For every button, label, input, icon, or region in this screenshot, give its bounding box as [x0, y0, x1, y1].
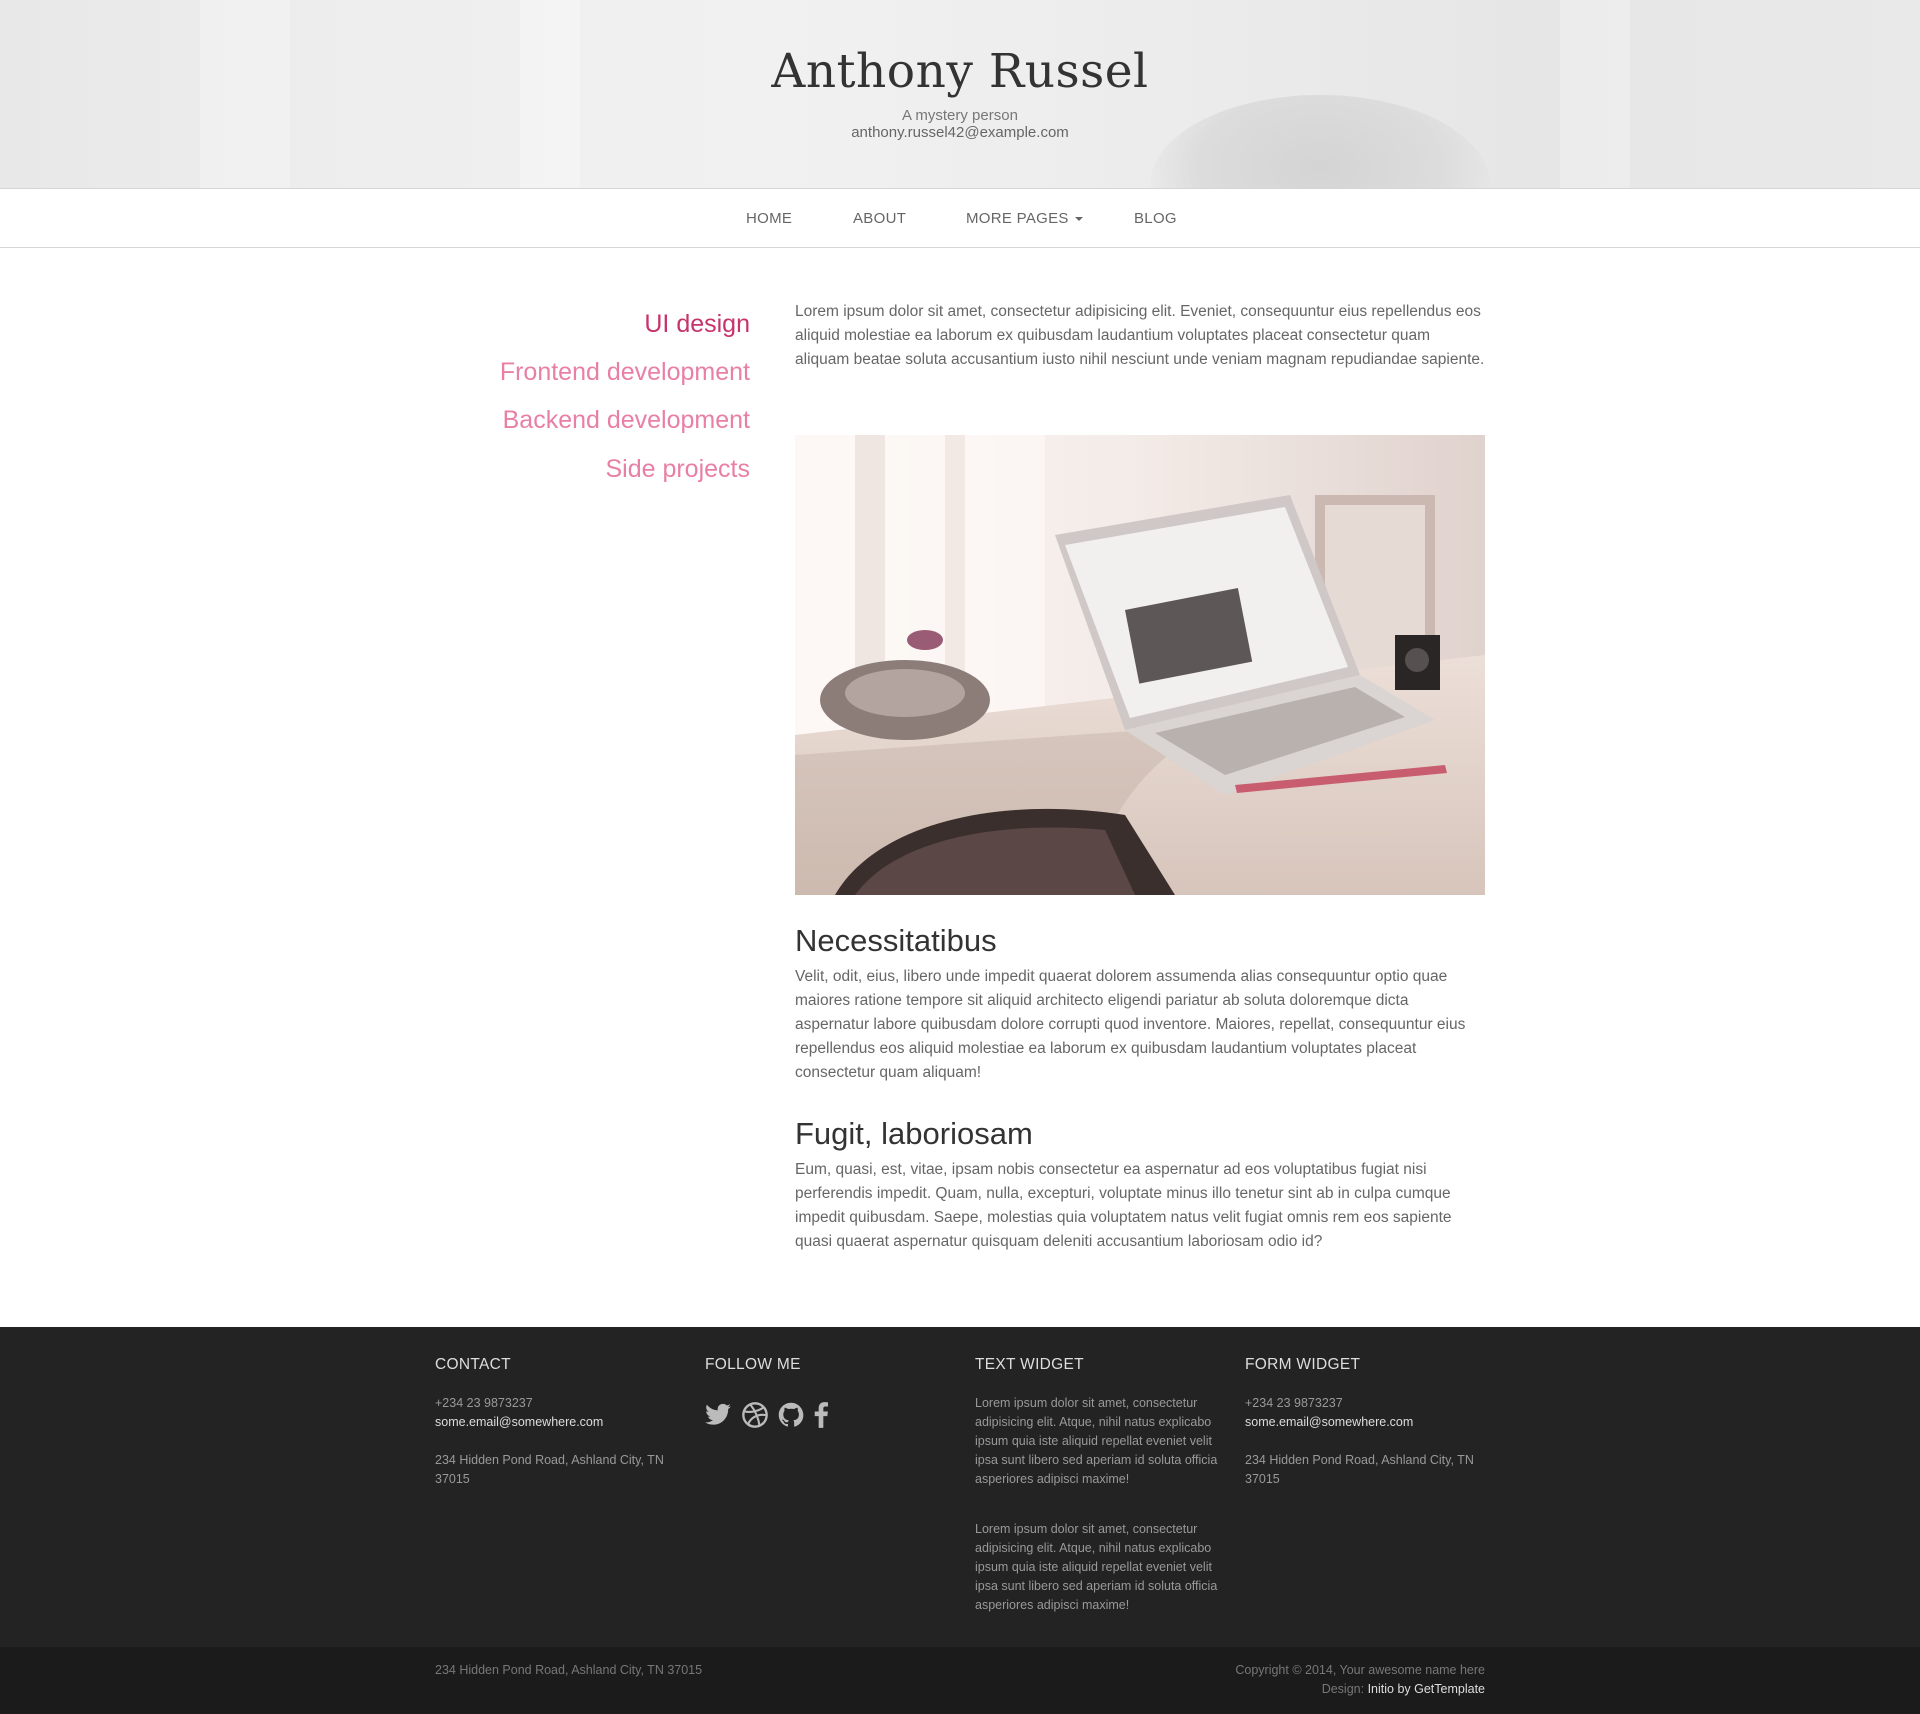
caret-down-icon [1074, 217, 1083, 222]
design-credit-link[interactable]: Initio by GetTemplate [1368, 1682, 1485, 1696]
sidebar-item-frontend[interactable]: Frontend development [500, 358, 750, 387]
footer-follow-heading: FOLLOW ME [705, 1356, 801, 1373]
section-fugit: Fugit, laboriosam Eum, quasi, est, vitae… [795, 1116, 1485, 1254]
footer-contact-heading: CONTACT [435, 1356, 511, 1373]
design-credit: Design: Initio by GetTemplate [1235, 1680, 1485, 1699]
footer-copyright: Copyright © 2014, Your awesome name here… [1235, 1661, 1485, 1699]
twitter-icon[interactable] [704, 1401, 732, 1429]
site-email: anthony.russel42@example.com [851, 124, 1069, 141]
footer-text-widget-p1: Lorem ipsum dolor sit amet, consectetur … [975, 1396, 1218, 1486]
sidebar-item-ui-design[interactable]: UI design [644, 310, 750, 339]
main-navbar: HOME ABOUT MORE PAGES BLOG [0, 188, 1920, 248]
laptop-illustration [795, 435, 1485, 895]
copyright-text: Copyright © 2014, Your awesome name here [1235, 1663, 1485, 1677]
section-paragraph: Velit, odit, eius, libero unde impedit q… [795, 968, 1466, 1081]
footer-form-email[interactable]: some.email@somewhere.com [1245, 1413, 1485, 1432]
dribbble-icon[interactable] [741, 1401, 769, 1429]
nav-more-pages-label: MORE PAGES [966, 210, 1069, 227]
footer-form-widget-block: +234 23 9873237 some.email@somewhere.com… [1245, 1394, 1485, 1489]
section-heading: Necessitatibus [795, 923, 997, 958]
design-credit-prefix: Design: [1321, 1682, 1365, 1696]
nav-home[interactable]: HOME [746, 210, 792, 227]
facebook-icon[interactable] [807, 1401, 835, 1429]
footer-form-widget-heading: FORM WIDGET [1245, 1356, 1361, 1373]
site-header: Anthony Russel A mystery person anthony.… [0, 0, 1920, 188]
laptop-image [795, 435, 1485, 895]
nav-more-pages[interactable]: MORE PAGES [966, 210, 1083, 227]
sidebar-item-backend[interactable]: Backend development [503, 406, 750, 435]
footer-contact-email[interactable]: some.email@somewhere.com [435, 1413, 675, 1432]
footer-form-phone: +234 23 9873237 [1245, 1396, 1343, 1410]
github-icon[interactable] [777, 1401, 805, 1429]
site-footer [0, 1327, 1920, 1647]
site-title[interactable]: Anthony Russel [0, 44, 1920, 99]
footer-bottom-bar [0, 1647, 1920, 1714]
footer-contact-address: 234 Hidden Pond Road, Ashland City, TN 3… [435, 1453, 664, 1486]
intro-paragraph: Lorem ipsum dolor sit amet, consectetur … [795, 303, 1485, 368]
site-tagline: A mystery person [902, 107, 1018, 124]
section-heading: Fugit, laboriosam [795, 1116, 1033, 1151]
footer-contact-block: +234 23 9873237 some.email@somewhere.com… [435, 1394, 675, 1489]
nav-about[interactable]: ABOUT [853, 210, 906, 227]
sidebar-item-side-projects[interactable]: Side projects [605, 455, 750, 484]
main-content: Lorem ipsum dolor sit amet, consectetur … [795, 300, 1485, 372]
section-necessitatibus: Necessitatibus Velit, odit, eius, libero… [795, 923, 1485, 1085]
footer-text-widget-p2: Lorem ipsum dolor sit amet, consectetur … [975, 1522, 1218, 1612]
section-paragraph: Eum, quasi, est, vitae, ipsam nobis cons… [795, 1161, 1452, 1250]
footer-form-address: 234 Hidden Pond Road, Ashland City, TN 3… [1245, 1453, 1474, 1486]
footer-text-widget-heading: TEXT WIDGET [975, 1356, 1084, 1373]
footer-bottom-address: 234 Hidden Pond Road, Ashland City, TN 3… [435, 1663, 703, 1677]
footer-contact-phone: +234 23 9873237 [435, 1396, 533, 1410]
nav-blog[interactable]: BLOG [1134, 210, 1177, 227]
